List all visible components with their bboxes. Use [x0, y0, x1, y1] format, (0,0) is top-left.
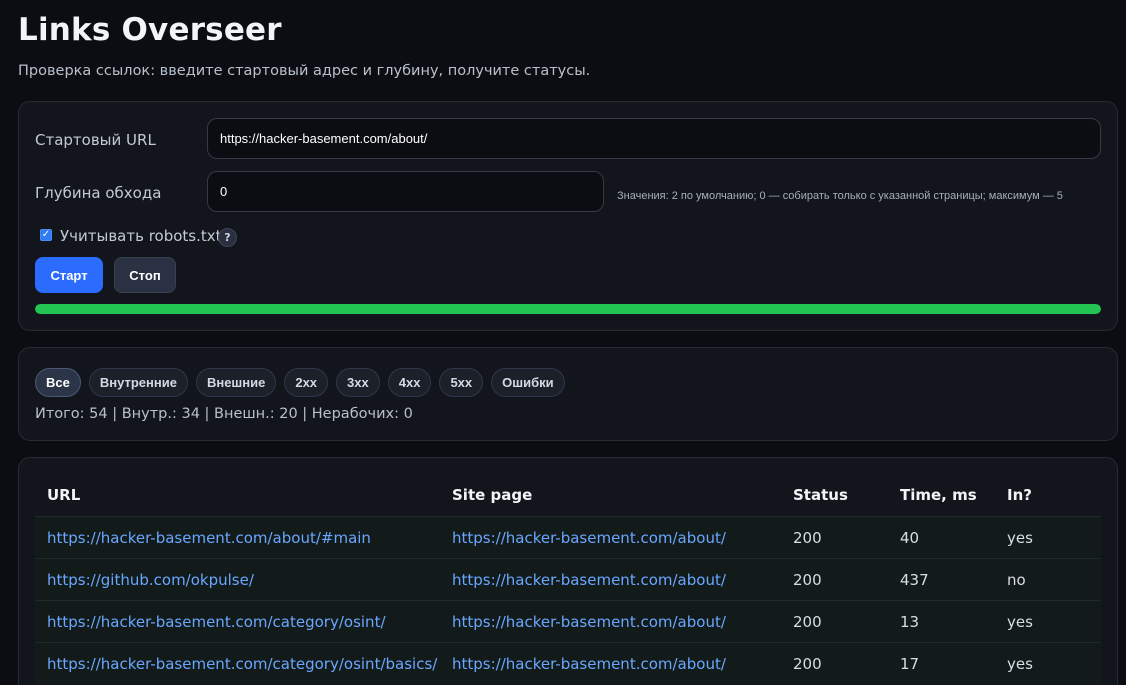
summary-text: Итого: 54 | Внутр.: 34 | Внешн.: 20 | Не… — [35, 406, 413, 422]
row-site-page-link[interactable]: https://hacker-basement.com/about/ — [440, 529, 781, 547]
table-row: https://hacker-basement.com/about/#main … — [35, 516, 1101, 558]
depth-label: Глубина обхода — [35, 184, 162, 202]
filter-internal-chip[interactable]: Внутренние — [88, 368, 188, 397]
column-header-url[interactable]: URL — [35, 486, 440, 504]
row-internal: yes — [1007, 528, 1033, 547]
filter-4xx-chip[interactable]: 4xx — [387, 368, 432, 397]
start-button[interactable]: Старт — [35, 257, 103, 293]
filter-2xx-chip[interactable]: 2xx — [284, 368, 329, 397]
app-subtitle: Проверка ссылок: введите стартовый адрес… — [18, 63, 591, 79]
column-header-internal[interactable]: In? — [995, 486, 1101, 504]
start-url-label: Стартовый URL — [35, 131, 156, 149]
row-time: 13 — [900, 612, 920, 631]
row-internal: yes — [1007, 612, 1033, 631]
depth-hint: Значения: 2 по умолчанию; 0 — собирать т… — [617, 190, 1063, 202]
table-row: https://hacker-basement.com/category/osi… — [35, 642, 1101, 684]
filters-card: Все Внутренние Внешние 2xx 3xx 4xx 5xx Ошибки И… — [18, 347, 1118, 441]
column-header-status[interactable]: Status — [781, 486, 888, 504]
row-status: 200 — [793, 654, 822, 673]
row-site-page-link[interactable]: https://hacker-basement.com/about/ — [440, 571, 781, 589]
table-header: URL Site page Status Time, ms In? — [35, 474, 1101, 516]
help-icon[interactable]: ? — [218, 228, 237, 247]
row-url-link[interactable]: https://github.com/okpulse/ — [35, 571, 440, 589]
filter-errors-chip[interactable]: Ошибки — [491, 368, 565, 397]
depth-input[interactable]: 0 — [207, 171, 604, 212]
column-header-site-page[interactable]: Site page — [440, 486, 781, 504]
row-url-link[interactable]: https://hacker-basement.com/about/#main — [35, 529, 440, 547]
row-status: 200 — [793, 612, 822, 631]
progress-fill — [35, 304, 1101, 314]
row-site-page-link[interactable]: https://hacker-basement.com/about/ — [440, 655, 781, 673]
column-header-time[interactable]: Time, ms — [888, 486, 995, 504]
app-title: Links Overseer — [18, 12, 282, 48]
results-card: URL Site page Status Time, ms In? https:… — [18, 457, 1118, 685]
row-status: 200 — [793, 528, 822, 547]
row-internal: yes — [1007, 654, 1033, 673]
start-url-input[interactable]: https://hacker-basement.com/about/ — [207, 118, 1101, 159]
row-status: 200 — [793, 570, 822, 589]
row-time: 437 — [900, 570, 929, 589]
progress-bar — [35, 304, 1101, 314]
row-internal: no — [1007, 570, 1026, 589]
table-row: https://hacker-basement.com/category/osi… — [35, 600, 1101, 642]
robots-checkbox[interactable]: ✓ — [40, 229, 52, 241]
table-row: https://github.com/okpulse/ https://hack… — [35, 558, 1101, 600]
filter-external-chip[interactable]: Внешние — [195, 368, 277, 397]
row-url-link[interactable]: https://hacker-basement.com/category/osi… — [35, 613, 440, 631]
row-time: 40 — [900, 528, 920, 547]
crawl-settings-card: Стартовый URL https://hacker-basement.co… — [18, 101, 1118, 331]
stop-button[interactable]: Стоп — [114, 257, 176, 293]
row-site-page-link[interactable]: https://hacker-basement.com/about/ — [440, 613, 781, 631]
row-time: 17 — [900, 654, 920, 673]
robots-label[interactable]: Учитывать robots.txt — [60, 227, 222, 245]
filter-chips: Все Внутренние Внешние 2xx 3xx 4xx 5xx Ошибки — [35, 368, 565, 397]
row-url-link[interactable]: https://hacker-basement.com/category/osi… — [35, 655, 440, 673]
filter-3xx-chip[interactable]: 3xx — [336, 368, 380, 397]
filter-5xx-chip[interactable]: 5xx — [439, 368, 484, 397]
results-table: URL Site page Status Time, ms In? https:… — [35, 474, 1101, 684]
filter-all-chip[interactable]: Все — [35, 368, 81, 397]
